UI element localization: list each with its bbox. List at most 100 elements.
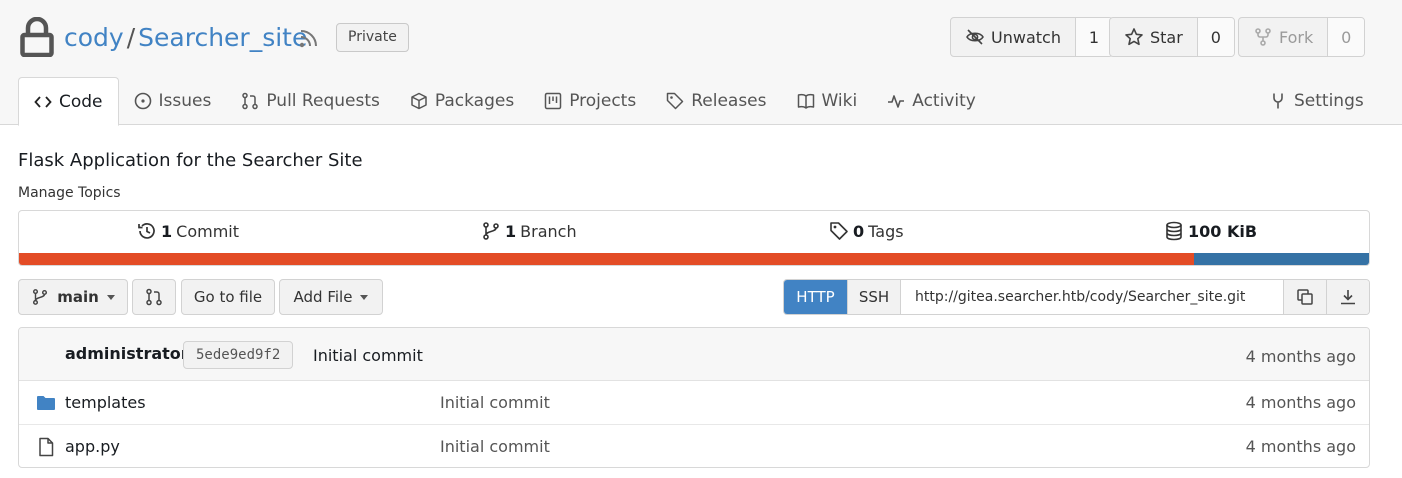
repo-toolbar: main Go to file Add File HTTP SSH bbox=[18, 279, 1370, 315]
tab-packages[interactable]: Packages bbox=[395, 77, 529, 125]
file-icon bbox=[39, 437, 54, 457]
history-icon bbox=[138, 223, 155, 239]
latest-commit-row: administrator 5ede9ed9f2 Initial commit … bbox=[19, 328, 1369, 381]
stars-count[interactable]: 0 bbox=[1197, 18, 1234, 56]
repo-tabs: Code Issues Pull Requests Packages Proje… bbox=[18, 77, 991, 126]
table-row[interactable]: app.py Initial commit 4 months ago bbox=[19, 425, 1369, 467]
eye-slash-icon bbox=[966, 29, 984, 45]
pulse-icon bbox=[888, 95, 905, 108]
tab-label: Activity bbox=[912, 91, 976, 111]
copy-icon bbox=[1297, 289, 1313, 305]
unwatch-button[interactable]: Unwatch bbox=[951, 18, 1076, 56]
repo-stats-bar: 1 Commit 1 Branch 0 Tags 100 KiB bbox=[18, 210, 1370, 266]
watchers-count[interactable]: 1 bbox=[1075, 18, 1112, 56]
commits-label: Commit bbox=[176, 221, 239, 241]
chevron-down-icon bbox=[106, 294, 115, 300]
clone-ssh-button[interactable]: SSH bbox=[847, 280, 901, 314]
pull-request-icon bbox=[146, 288, 162, 306]
book-icon bbox=[797, 93, 814, 109]
tag-icon bbox=[830, 222, 848, 240]
file-commit-message[interactable]: Initial commit bbox=[440, 437, 550, 456]
tab-label: Settings bbox=[1294, 91, 1364, 111]
tab-settings[interactable]: Settings bbox=[1254, 77, 1379, 125]
branch-dropdown[interactable]: main bbox=[18, 279, 128, 315]
tab-label: Packages bbox=[434, 91, 515, 111]
branch-name: main bbox=[57, 288, 99, 306]
commit-time: 4 months ago bbox=[1245, 347, 1356, 366]
file-name-link[interactable]: templates bbox=[65, 393, 146, 412]
tab-label: Projects bbox=[569, 91, 637, 111]
tab-label: Code bbox=[59, 91, 103, 112]
repo-name-link[interactable]: Searcher_site bbox=[138, 23, 307, 52]
tab-wiki[interactable]: Wiki bbox=[782, 77, 873, 125]
unwatch-button-group: Unwatch 1 bbox=[950, 17, 1113, 57]
tab-label: Pull Requests bbox=[266, 91, 380, 111]
chevron-down-icon bbox=[360, 294, 369, 300]
tab-label: Issues bbox=[158, 91, 212, 111]
clone-http-button[interactable]: HTTP bbox=[784, 280, 847, 314]
file-time: 4 months ago bbox=[1245, 437, 1356, 456]
star-label: Star bbox=[1150, 27, 1183, 47]
tab-code[interactable]: Code bbox=[18, 77, 119, 126]
language-bar bbox=[19, 253, 1369, 265]
language-bar-segment bbox=[1193, 253, 1369, 265]
issue-icon bbox=[134, 92, 151, 110]
download-icon bbox=[1341, 290, 1355, 305]
fork-button-group: Fork 0 bbox=[1238, 17, 1366, 57]
tab-issues[interactable]: Issues bbox=[119, 77, 227, 125]
folder-icon bbox=[37, 396, 55, 410]
tag-icon bbox=[666, 92, 684, 110]
commit-sha-button[interactable]: 5ede9ed9f2 bbox=[183, 341, 294, 369]
tab-pull-requests[interactable]: Pull Requests bbox=[226, 77, 395, 125]
forks-count[interactable]: 0 bbox=[1328, 18, 1365, 56]
repo-title: cody / Searcher_site bbox=[64, 22, 307, 54]
star-button-group: Star 0 bbox=[1109, 17, 1235, 57]
compare-button[interactable] bbox=[132, 279, 176, 315]
database-icon bbox=[1166, 221, 1182, 241]
tags-count: 0 bbox=[853, 221, 865, 241]
download-button[interactable] bbox=[1326, 280, 1369, 314]
repo-separator: / bbox=[126, 23, 136, 52]
fork-button[interactable]: Fork bbox=[1239, 18, 1329, 56]
tags-stat[interactable]: 0 Tags bbox=[829, 221, 904, 241]
branch-icon bbox=[483, 222, 499, 240]
file-table: administrator 5ede9ed9f2 Initial commit … bbox=[18, 327, 1370, 468]
tab-projects[interactable]: Projects bbox=[529, 77, 651, 125]
file-time: 4 months ago bbox=[1245, 393, 1356, 412]
clone-url-input[interactable] bbox=[901, 280, 1283, 314]
copy-url-button[interactable] bbox=[1283, 280, 1326, 314]
language-bar-segment bbox=[19, 253, 1194, 265]
file-commit-message[interactable]: Initial commit bbox=[440, 393, 550, 412]
branch-icon bbox=[33, 289, 48, 305]
unwatch-label: Unwatch bbox=[991, 27, 1061, 47]
fork-label: Fork bbox=[1279, 27, 1314, 47]
add-file-dropdown[interactable]: Add File bbox=[279, 279, 383, 315]
table-row[interactable]: templates Initial commit 4 months ago bbox=[19, 381, 1369, 425]
star-button[interactable]: Star bbox=[1110, 18, 1198, 56]
add-file-label: Add File bbox=[293, 288, 353, 306]
clone-panel: HTTP SSH bbox=[783, 279, 1370, 315]
package-icon bbox=[411, 92, 427, 110]
tags-label: Tags bbox=[868, 221, 904, 241]
rss-icon[interactable] bbox=[298, 27, 320, 49]
project-icon bbox=[544, 92, 562, 110]
tools-icon bbox=[1273, 93, 1283, 109]
repo-description: Flask Application for the Searcher Site bbox=[18, 150, 363, 171]
commit-author[interactable]: administrator bbox=[65, 344, 189, 363]
commit-message[interactable]: Initial commit bbox=[313, 346, 423, 365]
commits-stat[interactable]: 1 Commit bbox=[137, 221, 239, 241]
go-to-file-button[interactable]: Go to file bbox=[181, 279, 275, 315]
tab-label: Releases bbox=[691, 91, 767, 111]
commits-count: 1 bbox=[161, 221, 173, 241]
tab-activity[interactable]: Activity bbox=[872, 77, 991, 125]
repo-owner-link[interactable]: cody bbox=[64, 23, 124, 52]
manage-topics-link[interactable]: Manage Topics bbox=[18, 185, 121, 201]
star-icon bbox=[1125, 28, 1143, 46]
branches-stat[interactable]: 1 Branch bbox=[481, 221, 577, 241]
file-name-link[interactable]: app.py bbox=[65, 437, 120, 456]
tab-releases[interactable]: Releases bbox=[651, 77, 781, 125]
size-stat: 100 KiB bbox=[1164, 221, 1257, 241]
repo-size: 100 KiB bbox=[1188, 221, 1258, 241]
code-icon bbox=[34, 95, 52, 108]
branches-label: Branch bbox=[520, 221, 577, 241]
